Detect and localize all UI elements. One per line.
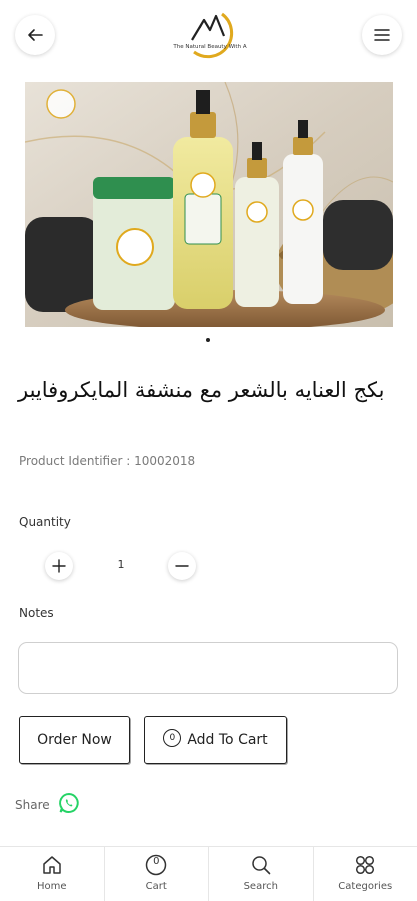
quantity-decrease-button[interactable] xyxy=(168,552,196,580)
product-title: بكج العنايه بالشعر مع منشفة المايكروفايب… xyxy=(18,373,398,407)
top-bar: The Natural Beauty With A xyxy=(0,0,417,76)
nav-home-label: Home xyxy=(37,881,67,892)
nav-categories-label: Categories xyxy=(338,881,392,892)
notes-label: Notes xyxy=(19,606,54,620)
cart-count-icon: 0 xyxy=(163,729,181,747)
home-icon xyxy=(40,853,64,877)
categories-icon xyxy=(353,853,377,877)
bottom-navigation: Home 0 Cart Search Categories xyxy=(0,846,417,901)
logo-text: The Natural Beauty With A xyxy=(170,44,250,50)
quantity-value: 1 xyxy=(112,558,130,571)
nav-cart[interactable]: 0 Cart xyxy=(105,847,210,901)
nav-cart-label: Cart xyxy=(146,881,167,892)
add-to-cart-label: Add To Cart xyxy=(187,732,267,748)
quantity-label: Quantity xyxy=(19,515,71,529)
minus-icon xyxy=(175,559,189,573)
nav-search[interactable]: Search xyxy=(209,847,314,901)
plus-icon xyxy=(52,559,66,573)
product-identifier: Product Identifier : 10002018 xyxy=(19,454,195,468)
nav-search-label: Search xyxy=(244,881,278,892)
hamburger-menu-icon xyxy=(374,28,390,42)
quantity-increase-button[interactable] xyxy=(45,552,73,580)
nav-home[interactable]: Home xyxy=(0,847,105,901)
order-now-button[interactable]: Order Now xyxy=(19,716,130,764)
cart-badge: 0 xyxy=(144,856,168,867)
menu-button[interactable] xyxy=(362,15,402,55)
back-button[interactable] xyxy=(15,15,55,55)
share-label: Share xyxy=(15,798,50,812)
arrow-left-icon xyxy=(26,26,44,44)
add-to-cart-button[interactable]: 0 Add To Cart xyxy=(144,716,287,764)
notes-input[interactable] xyxy=(18,642,398,694)
brand-logo[interactable]: The Natural Beauty With A xyxy=(170,6,250,68)
nav-categories[interactable]: Categories xyxy=(314,847,417,901)
cart-icon: 0 xyxy=(144,853,168,877)
search-icon xyxy=(249,853,273,877)
whatsapp-icon[interactable] xyxy=(58,792,80,814)
carousel-indicator[interactable] xyxy=(206,338,210,342)
product-image[interactable] xyxy=(25,82,393,327)
